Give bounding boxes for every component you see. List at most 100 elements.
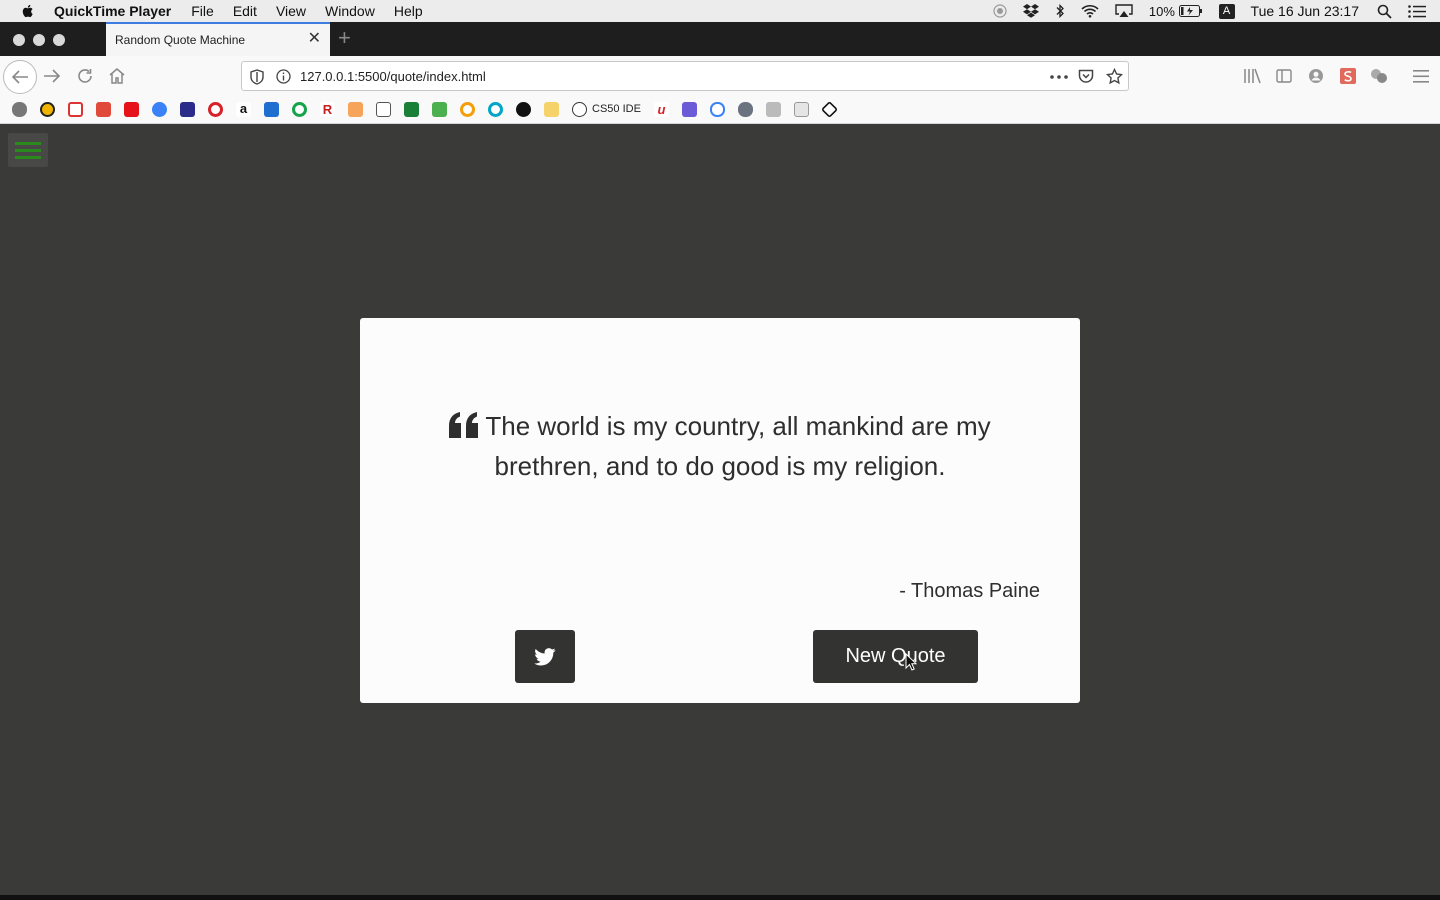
tab-random-quote-machine[interactable]: Random Quote Machine ✕	[106, 22, 330, 56]
menu-edit[interactable]: Edit	[233, 3, 257, 19]
address-bar[interactable]: 127.0.0.1:5500/quote/index.html	[241, 61, 1129, 91]
quote-box: The world is my country, all mankind are…	[360, 318, 1080, 703]
input-source-indicator[interactable]: A	[1218, 3, 1235, 19]
bookmark-github-icon[interactable]	[516, 102, 531, 117]
account-button[interactable]	[1308, 68, 1324, 84]
nav-toggle-button[interactable]	[8, 133, 48, 167]
bookmark-multicolor-icon[interactable]	[682, 102, 697, 117]
bookmark-briefcase-icon[interactable]	[264, 102, 279, 117]
bookmark-amazon-icon[interactable]: a	[236, 102, 251, 117]
window-zoom-button[interactable]	[53, 34, 65, 46]
bookmark-pocket-red-icon[interactable]	[124, 102, 139, 117]
menu-help[interactable]: Help	[394, 3, 423, 19]
bookmark-image-icon[interactable]	[766, 102, 781, 117]
bookmark-owl-icon[interactable]	[12, 102, 27, 117]
bookmark-r-icon[interactable]: R	[320, 102, 335, 117]
input-source-label: A	[1218, 3, 1235, 19]
page-actions-ellipsis-icon[interactable]	[1050, 75, 1068, 79]
page-viewport: The world is my country, all mankind are…	[0, 125, 1440, 895]
home-icon	[109, 68, 125, 84]
app-name-menu[interactable]: QuickTime Player	[54, 3, 171, 19]
twitter-icon	[534, 647, 556, 665]
menu-bar-status-area: 10% A Tue 16 Jun 23:17	[993, 0, 1440, 22]
bookmark-gift-icon[interactable]	[96, 102, 111, 117]
quote-text: The world is my country, all mankind are…	[485, 411, 991, 481]
bookmark-codepen-icon[interactable]	[821, 101, 838, 118]
extension-icon	[1371, 69, 1387, 83]
bookmark-globe-icon[interactable]	[572, 102, 587, 117]
battery-percent: 10%	[1148, 3, 1175, 19]
extension-puzzle-button[interactable]	[1370, 68, 1388, 84]
bookmark-gray-icon[interactable]	[738, 102, 753, 117]
spotlight-icon[interactable]	[1377, 4, 1392, 19]
forward-arrow-icon	[44, 69, 61, 83]
airplay-icon[interactable]	[1115, 4, 1133, 18]
quote-left-icon	[449, 412, 479, 438]
macos-menu-bar: QuickTime Player File Edit View Window H…	[0, 0, 1440, 22]
back-button[interactable]	[3, 60, 37, 94]
bookmark-orange-icon[interactable]	[348, 102, 363, 117]
bookmark-navy-icon[interactable]	[180, 102, 195, 117]
back-arrow-icon	[11, 70, 28, 84]
bookmark-chart-icon[interactable]	[432, 102, 447, 117]
s-extension-icon	[1340, 68, 1356, 84]
bookmark-trophy-icon[interactable]	[544, 102, 559, 117]
battery-icon	[1178, 5, 1202, 17]
bookmarks-toolbar: a R CS50 IDE u	[0, 97, 1440, 124]
bookmark-red-script-icon[interactable]: u	[654, 102, 669, 117]
bookmark-blue-globe-icon[interactable]	[152, 102, 167, 117]
bookmark-infinity-icon[interactable]	[710, 102, 725, 117]
hamburger-bar	[15, 149, 41, 152]
notification-center-icon[interactable]	[1408, 4, 1426, 18]
bookmark-circle-icon[interactable]	[488, 102, 503, 117]
window-close-button[interactable]	[13, 34, 25, 46]
pocket-icon[interactable]	[1078, 69, 1094, 84]
hamburger-bar	[15, 142, 41, 145]
hamburger-menu-icon	[1413, 70, 1429, 83]
dropbox-icon[interactable]	[1022, 4, 1039, 18]
hamburger-bar	[15, 156, 41, 159]
forward-button[interactable]	[43, 68, 61, 84]
tab-close-icon[interactable]: ✕	[308, 31, 321, 47]
reload-button[interactable]	[77, 68, 93, 84]
bookmark-cs50-ide[interactable]: CS50 IDE	[592, 103, 641, 115]
tweet-quote-button[interactable]	[515, 630, 575, 683]
site-info-icon[interactable]	[276, 69, 291, 84]
tab-title: Random Quote Machine	[115, 33, 246, 47]
bookmark-green-square-icon[interactable]	[404, 102, 419, 117]
clock[interactable]: Tue 16 Jun 23:17	[1251, 3, 1359, 19]
tracking-protection-shield-icon[interactable]	[250, 69, 264, 85]
library-button[interactable]	[1243, 68, 1261, 84]
app-menu-button[interactable]	[1413, 70, 1429, 83]
new-tab-button[interactable]: +	[338, 27, 351, 49]
bookmark-quora-icon[interactable]	[208, 102, 223, 117]
bookmark-hex-icon[interactable]	[40, 102, 55, 117]
wifi-icon[interactable]	[1081, 4, 1099, 18]
menu-file[interactable]: File	[191, 3, 214, 19]
library-icon	[1244, 68, 1261, 84]
bookmark-grammarly-icon[interactable]	[292, 102, 307, 117]
window-minimize-button[interactable]	[33, 34, 45, 46]
browser-navigation-bar: 127.0.0.1:5500/quote/index.html	[0, 56, 1440, 97]
sidebar-icon	[1276, 69, 1292, 83]
sidebar-button[interactable]	[1276, 69, 1292, 83]
bluetooth-icon[interactable]	[1055, 4, 1065, 18]
mouse-pointer-icon	[905, 653, 917, 671]
menu-window[interactable]: Window	[325, 3, 375, 19]
browser-tab-strip: Random Quote Machine ✕ +	[0, 22, 1440, 56]
record-icon[interactable]	[993, 4, 1007, 18]
extension-s-button[interactable]	[1340, 68, 1356, 84]
new-quote-button[interactable]: New Quote	[813, 630, 978, 683]
bookmark-doc-icon[interactable]	[376, 102, 391, 117]
battery-status[interactable]: 10%	[1149, 4, 1203, 19]
quote-text-container: The world is my country, all mankind are…	[420, 406, 1020, 486]
bookmark-red-outline-icon[interactable]	[68, 102, 83, 117]
home-button[interactable]	[108, 67, 126, 84]
bookmark-star-icon[interactable]	[1106, 68, 1123, 85]
bookmark-colorwheel-icon[interactable]	[460, 102, 475, 117]
url-text[interactable]: 127.0.0.1:5500/quote/index.html	[300, 69, 486, 84]
apple-icon[interactable]	[20, 3, 36, 19]
bookmark-search-icon[interactable]	[794, 102, 809, 117]
account-icon	[1309, 69, 1323, 83]
menu-view[interactable]: View	[276, 3, 306, 19]
